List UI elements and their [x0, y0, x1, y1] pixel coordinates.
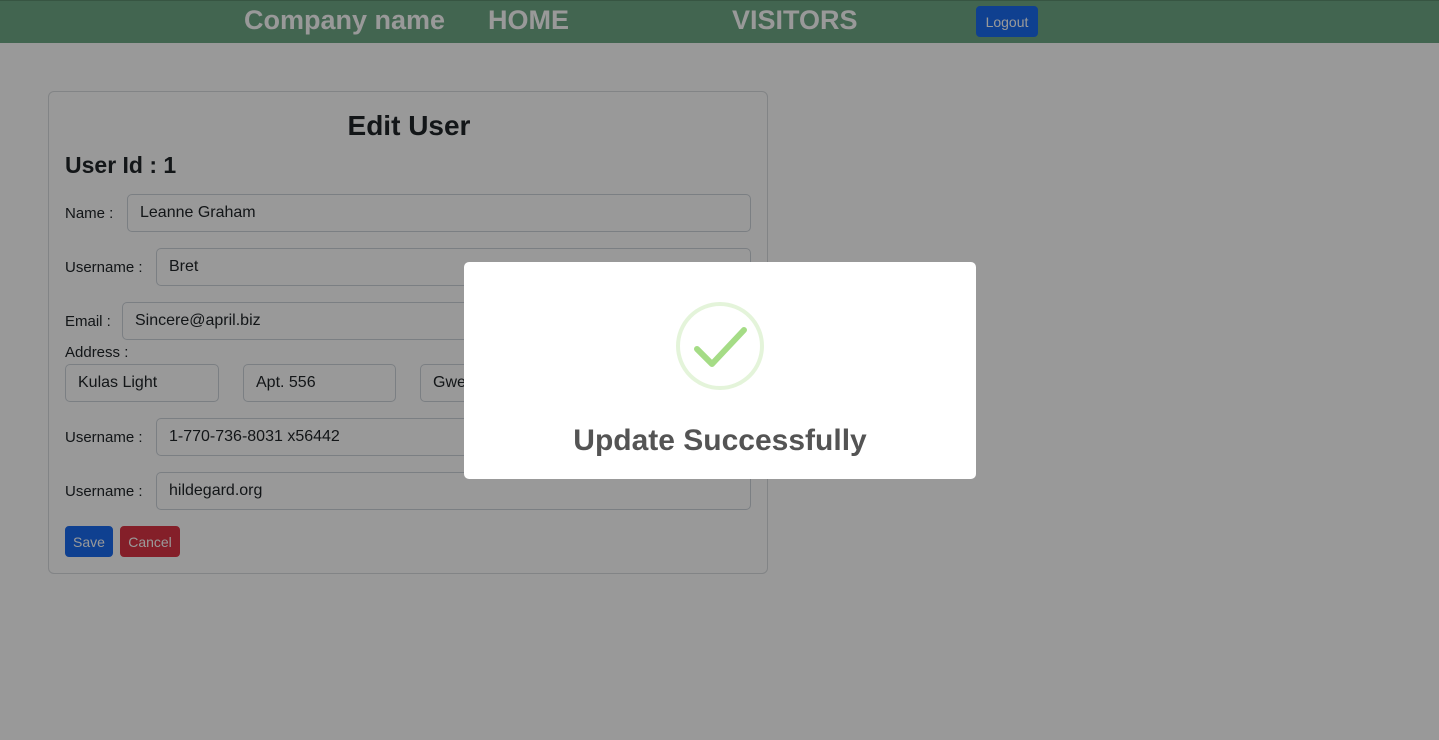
success-modal: Update Successfully: [464, 262, 976, 479]
modal-title: Update Successfully: [573, 424, 867, 457]
success-check-icon: [676, 302, 764, 390]
